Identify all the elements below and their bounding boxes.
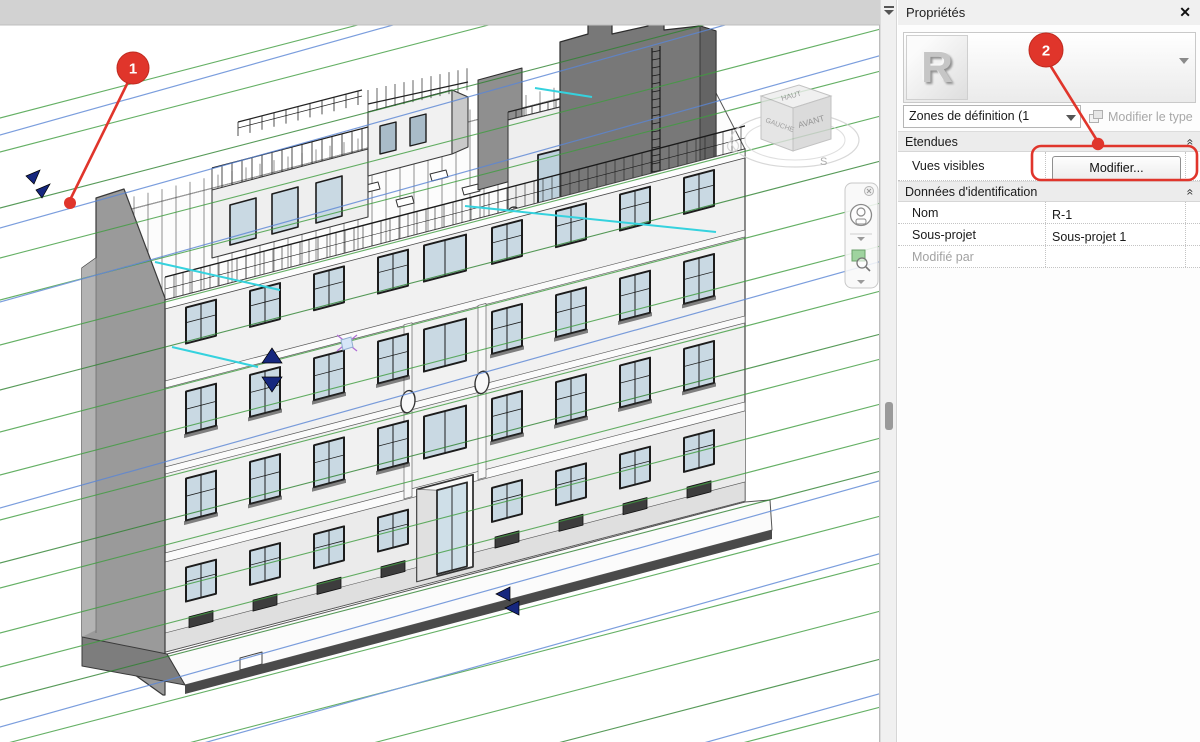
model-canvas[interactable]: S HAUT GAUCHE AVANT bbox=[0, 0, 880, 742]
section-donnees-identification[interactable]: Données d'identification « bbox=[898, 181, 1200, 202]
property-row-sous-projet[interactable]: Sous-projet Sous-projet 1 bbox=[898, 224, 1200, 246]
steering-wheel-icon[interactable] bbox=[851, 205, 872, 226]
property-row-nom[interactable]: Nom R-1 bbox=[898, 202, 1200, 224]
revit-window: S HAUT GAUCHE AVANT bbox=[0, 0, 1200, 742]
collapse-section-icon[interactable]: « bbox=[1184, 189, 1198, 194]
property-row-vues-visibles: Vues visibles Modifier... bbox=[898, 152, 1200, 181]
type-selector[interactable]: R bbox=[903, 32, 1196, 103]
type-filter-value: Zones de définition (1 bbox=[909, 109, 1029, 123]
panel-empty-area bbox=[898, 268, 1200, 728]
properties-panel: Propriétés ✕ R Zones de définition (1 Mo… bbox=[898, 0, 1200, 742]
viewcube-south-label[interactable]: S bbox=[820, 156, 827, 168]
callout-1-number: 1 bbox=[129, 61, 137, 78]
navigation-bar[interactable] bbox=[845, 183, 878, 288]
section-etendues[interactable]: Etendues « bbox=[898, 131, 1200, 152]
property-label: Modifié par bbox=[898, 246, 1046, 267]
property-value bbox=[1046, 246, 1186, 267]
chevron-down-icon[interactable] bbox=[1179, 64, 1189, 78]
property-value[interactable]: Sous-projet 1 bbox=[1046, 224, 1186, 245]
property-row-modifie-par: Modifié par bbox=[898, 246, 1200, 268]
collapse-viewport-icon[interactable] bbox=[883, 6, 895, 16]
property-label: Vues visibles bbox=[898, 152, 1046, 180]
type-filter-combo[interactable]: Zones de définition (1 bbox=[903, 105, 1081, 128]
viewport-top-strip bbox=[0, 0, 880, 25]
viewport-3d[interactable]: S HAUT GAUCHE AVANT bbox=[0, 0, 880, 742]
left-gable-wall bbox=[82, 189, 165, 695]
scrollbar-handle[interactable] bbox=[885, 402, 893, 430]
modifier-button[interactable]: Modifier... bbox=[1052, 156, 1181, 181]
edit-type-button[interactable]: Modifier le type bbox=[1089, 105, 1193, 128]
revit-logo: R bbox=[921, 43, 953, 93]
property-label: Sous-projet bbox=[898, 224, 1046, 245]
panel-title: Propriétés bbox=[906, 5, 965, 20]
collapse-section-icon[interactable]: « bbox=[1184, 139, 1198, 144]
type-thumbnail: R bbox=[906, 35, 968, 100]
close-icon[interactable]: ✕ bbox=[1179, 4, 1191, 20]
panel-header: Propriétés ✕ bbox=[898, 0, 1200, 25]
navbar-close-icon[interactable] bbox=[865, 187, 874, 196]
property-value[interactable]: R-1 bbox=[1046, 202, 1186, 223]
property-label: Nom bbox=[898, 202, 1046, 223]
edit-type-icon bbox=[1089, 110, 1104, 124]
panel-splitter[interactable] bbox=[880, 0, 897, 742]
